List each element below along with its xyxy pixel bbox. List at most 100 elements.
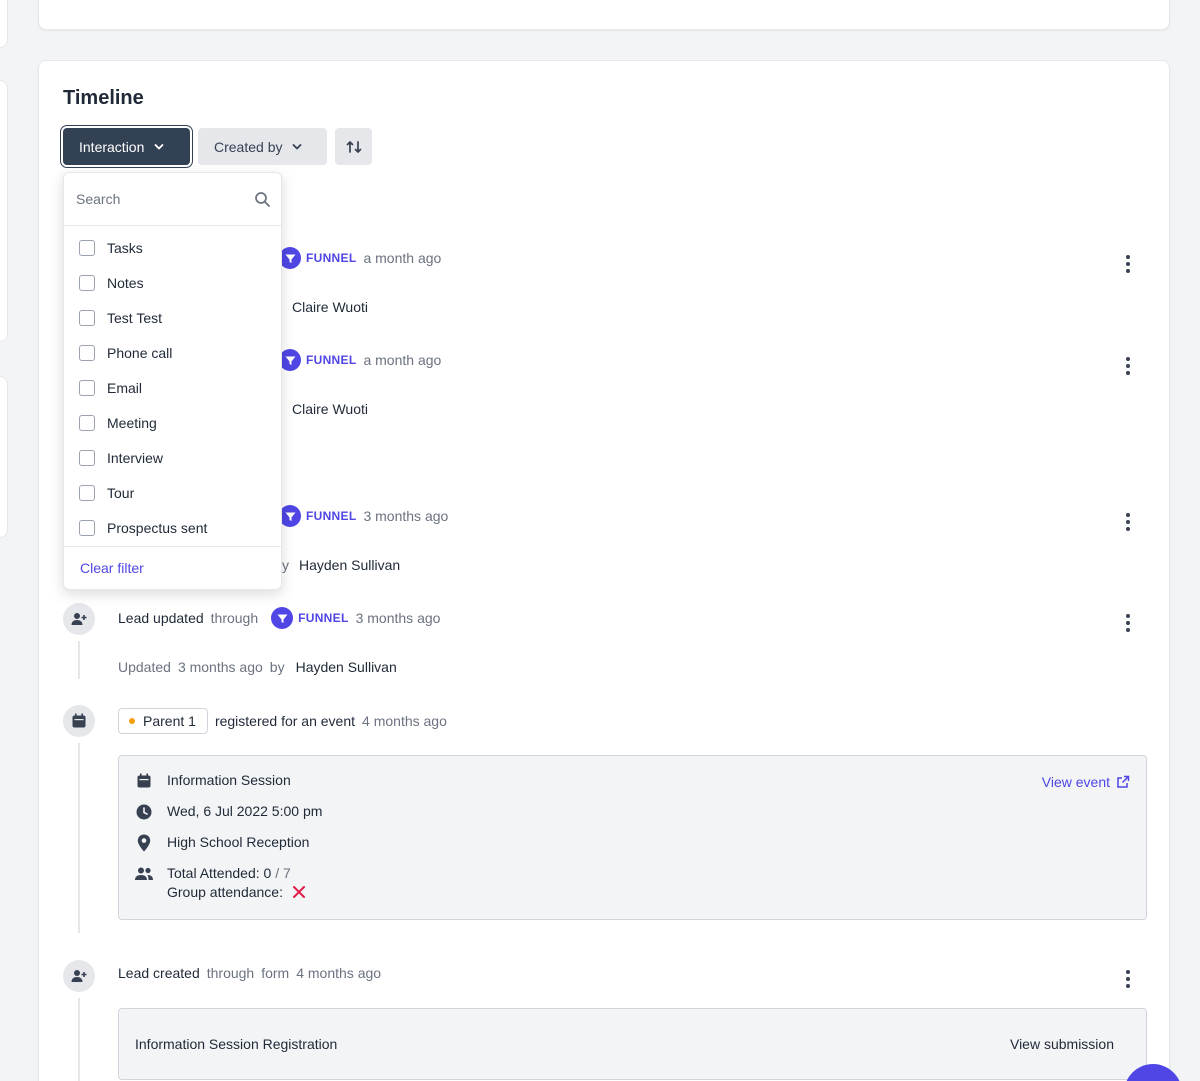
more-options-icon[interactable] bbox=[1125, 614, 1131, 632]
group-attendance-line: Group attendance: bbox=[167, 884, 305, 900]
option-test-test[interactable]: Test Test bbox=[64, 300, 281, 335]
entry-time: 4 months ago bbox=[362, 713, 447, 729]
updated-label: Updated bbox=[118, 659, 171, 675]
interaction-dropdown: Tasks Notes Test Test Phone call Email M… bbox=[63, 172, 282, 590]
more-options-icon[interactable] bbox=[1125, 357, 1131, 375]
chevron-down-icon bbox=[154, 143, 164, 149]
entry-time: 3 months ago bbox=[363, 508, 449, 524]
more-options-icon[interactable] bbox=[1125, 513, 1131, 531]
top-card bbox=[38, 0, 1170, 30]
funnel-label: FUNNEL bbox=[306, 509, 357, 523]
entry-person[interactable]: Claire Wuoti bbox=[292, 401, 368, 417]
entry-person[interactable]: Hayden Sullivan bbox=[299, 557, 400, 573]
event-text: registered for an event bbox=[214, 713, 356, 729]
event-datetime: Wed, 6 Jul 2022 5:00 pm bbox=[167, 803, 323, 819]
entry-action: Lead created bbox=[118, 965, 200, 981]
option-tour[interactable]: Tour bbox=[64, 475, 281, 510]
sort-button[interactable] bbox=[335, 128, 372, 165]
option-email[interactable]: Email bbox=[64, 370, 281, 405]
event-name: Information Session bbox=[167, 772, 291, 788]
option-label: Email bbox=[107, 379, 143, 396]
interaction-filter-button[interactable]: Interaction bbox=[63, 128, 190, 165]
funnel-source[interactable]: FUNNEL bbox=[279, 505, 356, 527]
chevron-down-icon bbox=[293, 143, 302, 149]
option-meeting[interactable]: Meeting bbox=[64, 405, 281, 440]
through-label: through bbox=[206, 965, 255, 981]
option-label: Interview bbox=[107, 449, 164, 466]
close-icon bbox=[292, 886, 305, 898]
checkbox[interactable] bbox=[79, 449, 95, 466]
dropdown-options: Tasks Notes Test Test Phone call Email M… bbox=[64, 226, 281, 545]
option-label: Tasks bbox=[107, 239, 143, 256]
option-label: Meeting bbox=[107, 414, 157, 431]
entry-person[interactable]: Claire Wuoti bbox=[292, 299, 368, 315]
entry-person[interactable]: Hayden Sullivan bbox=[296, 659, 397, 675]
funnel-logo-icon bbox=[279, 349, 301, 371]
person-add-icon bbox=[71, 970, 87, 982]
funnel-source[interactable]: FUNNEL bbox=[271, 607, 348, 629]
option-tasks[interactable]: Tasks bbox=[64, 230, 281, 265]
form-label: form bbox=[261, 965, 290, 981]
created-by-filter-label: Created by bbox=[214, 138, 283, 155]
entry-time: 3 months ago bbox=[355, 610, 441, 626]
checkbox[interactable] bbox=[79, 519, 95, 536]
option-phone-call[interactable]: Phone call bbox=[64, 335, 281, 370]
timeline-entry-header: FUNNEL a month ago bbox=[279, 349, 441, 371]
option-interview[interactable]: Interview bbox=[64, 440, 281, 475]
left-panel-stub bbox=[0, 0, 8, 48]
search-icon bbox=[255, 192, 270, 207]
dropdown-search bbox=[64, 173, 281, 226]
lead-icon-circle bbox=[63, 960, 95, 992]
left-panel-stub bbox=[0, 80, 8, 342]
checkbox[interactable] bbox=[79, 344, 95, 361]
by-label: by bbox=[269, 659, 285, 675]
submission-box: Information Session Registration View su… bbox=[118, 1008, 1147, 1080]
attendance-line: Total Attended: 0 / 7 bbox=[167, 865, 305, 881]
timeline-entry-header: Lead created through form 4 months ago bbox=[118, 963, 381, 983]
funnel-label: FUNNEL bbox=[306, 353, 357, 367]
by-label: y bbox=[282, 557, 289, 573]
person-add-icon bbox=[71, 613, 87, 625]
entry-time: a month ago bbox=[363, 250, 442, 266]
entry-action: Lead updated bbox=[118, 610, 204, 626]
checkbox[interactable] bbox=[79, 274, 95, 291]
updated-time: 3 months ago bbox=[177, 659, 263, 675]
checkbox[interactable] bbox=[79, 414, 95, 431]
checkbox[interactable] bbox=[79, 484, 95, 501]
funnel-label: FUNNEL bbox=[298, 611, 349, 625]
group-attendance-label: Group attendance: bbox=[167, 884, 283, 900]
checkbox[interactable] bbox=[79, 239, 95, 256]
lead-icon-circle bbox=[63, 603, 95, 635]
entry-detail: Updated 3 months ago by Hayden Sullivan bbox=[118, 659, 397, 675]
timeline-entry-header: Parent 1 registered for an event 4 month… bbox=[118, 708, 447, 734]
calendar-icon bbox=[72, 713, 86, 728]
left-panel-stub bbox=[0, 376, 8, 538]
entry-time: 4 months ago bbox=[296, 965, 382, 981]
sort-arrows-icon bbox=[346, 140, 361, 153]
timeline-connector bbox=[78, 641, 80, 679]
checkbox[interactable] bbox=[79, 309, 95, 326]
option-notes[interactable]: Notes bbox=[64, 265, 281, 300]
event-location: High School Reception bbox=[167, 834, 310, 850]
funnel-source[interactable]: FUNNEL bbox=[279, 349, 356, 371]
funnel-source[interactable]: FUNNEL bbox=[279, 247, 356, 269]
checkbox[interactable] bbox=[79, 379, 95, 396]
funnel-logo-icon bbox=[279, 505, 301, 527]
contact-tag-label: Parent 1 bbox=[143, 713, 196, 729]
location-pin-icon bbox=[135, 834, 153, 852]
dropdown-search-input[interactable] bbox=[64, 173, 234, 225]
created-by-filter-button[interactable]: Created by bbox=[198, 128, 327, 165]
contact-tag[interactable]: Parent 1 bbox=[118, 708, 208, 734]
option-prospectus-sent[interactable]: Prospectus sent bbox=[64, 510, 281, 545]
option-label: Phone call bbox=[107, 344, 173, 361]
timeline-connector bbox=[78, 743, 80, 933]
clear-filter-link[interactable]: Clear filter bbox=[64, 546, 281, 589]
timeline-entry-header: Lead updated through FUNNEL 3 months ago bbox=[118, 607, 440, 629]
funnel-logo-icon bbox=[271, 607, 294, 629]
more-options-icon[interactable] bbox=[1125, 255, 1131, 273]
timeline-entry-header: FUNNEL 3 months ago bbox=[279, 505, 448, 527]
submission-title: Information Session Registration bbox=[135, 1036, 338, 1052]
view-submission-link[interactable]: View submission bbox=[1010, 1036, 1114, 1052]
more-options-icon[interactable] bbox=[1125, 970, 1131, 988]
view-event-link[interactable]: View event bbox=[1042, 774, 1130, 790]
